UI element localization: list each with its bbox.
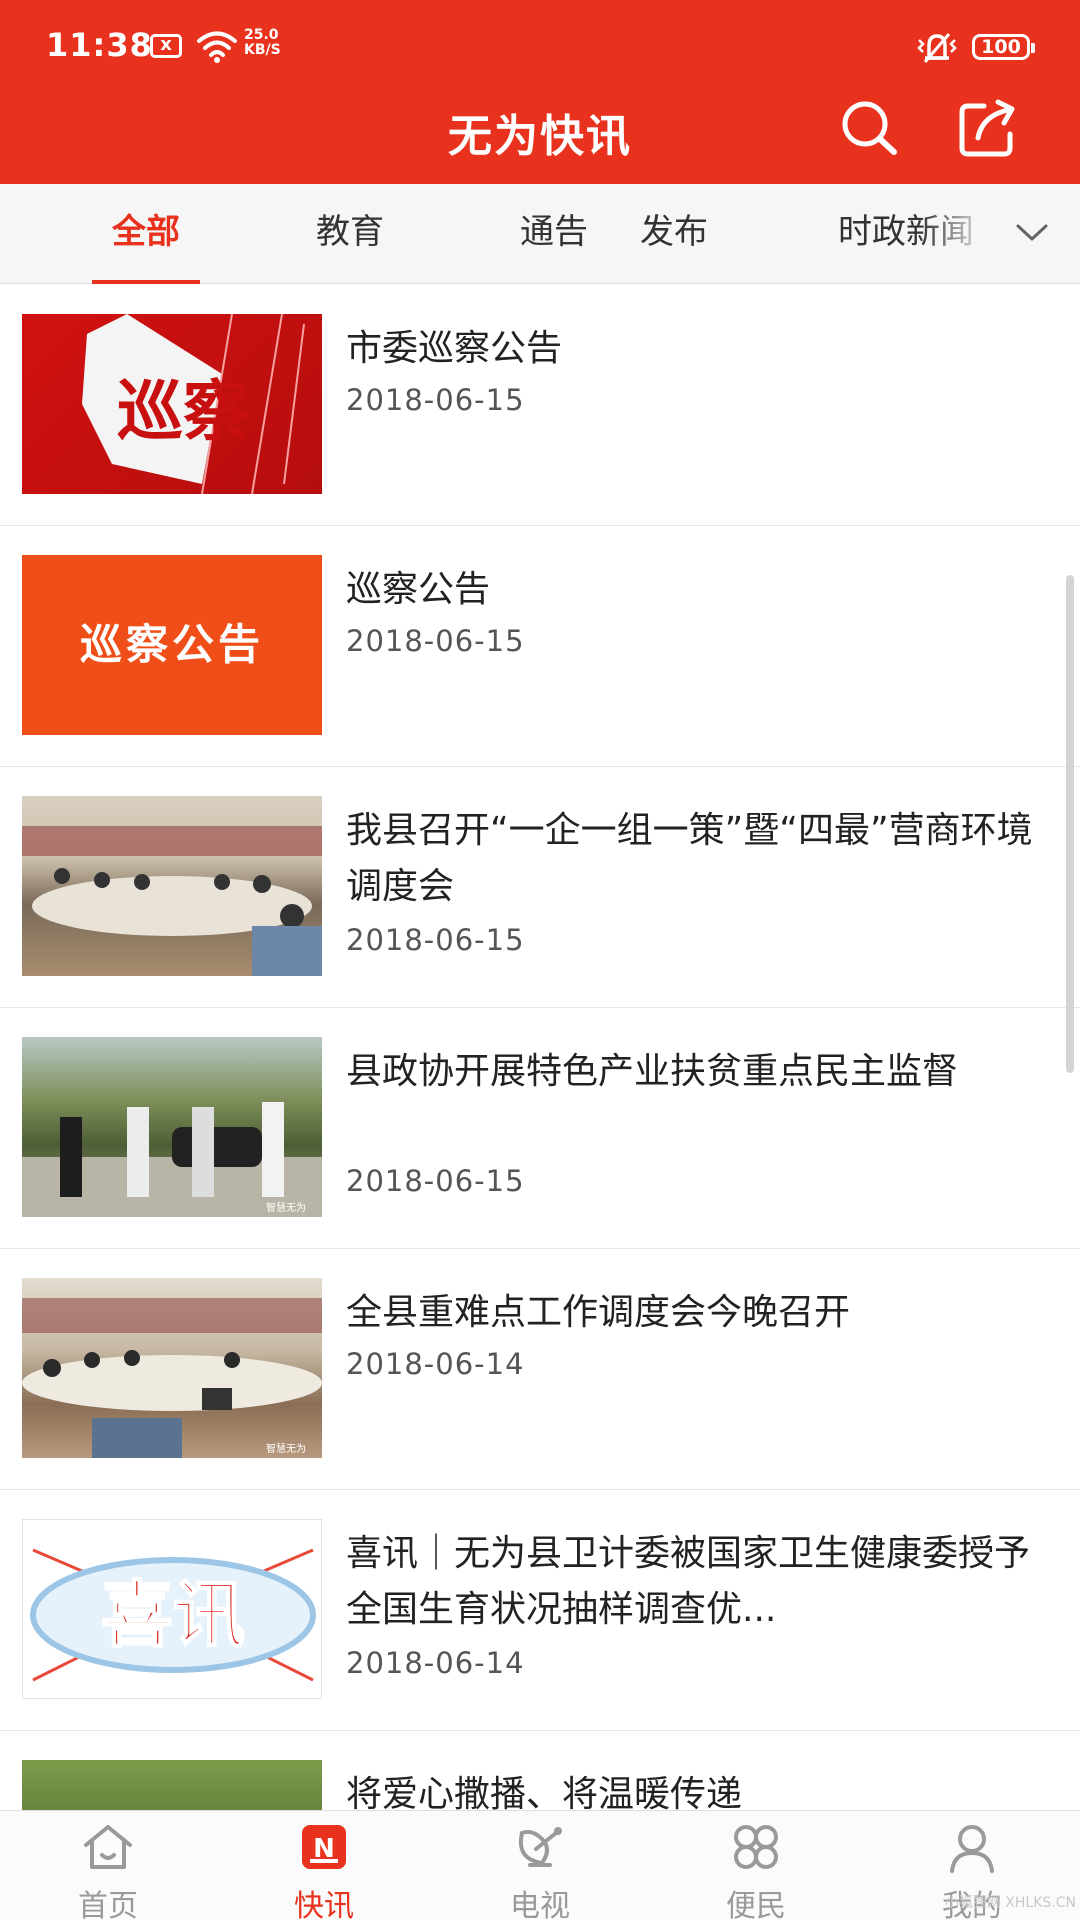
home-icon: [84, 1825, 132, 1869]
news-title: 全县重难点工作调度会今晚召开: [346, 1292, 851, 1333]
search-icon[interactable]: [836, 96, 902, 160]
scrollbar-thumb[interactable]: [1066, 575, 1074, 1073]
news-list: 巡察 市委巡察公告 2018-06-15 巡察公告 巡察公告 2018-06-1…: [0, 285, 1080, 1810]
services-icon: [734, 1825, 778, 1869]
news-date: 2018-06-14: [346, 1646, 525, 1680]
network-speed-value: 25.0: [244, 27, 279, 43]
news-thumbnail: 巡察: [22, 314, 322, 494]
news-thumbnail: 智慧无为: [22, 1278, 322, 1458]
app-title: 无为快讯: [448, 111, 632, 162]
news-item[interactable]: 智慧无为 全县重难点工作调度会今晚召开 2018-06-14: [0, 1249, 1080, 1490]
chevron-down-icon[interactable]: [1014, 214, 1050, 250]
tv-icon: [519, 1827, 562, 1867]
tab-all[interactable]: 全部: [92, 184, 200, 284]
news-title: 县政协开展特色产业扶贫重点民主监督: [346, 1051, 959, 1092]
profile-icon: [950, 1825, 994, 1873]
news-title: 将爱心撒播、将温暖传递: [346, 1774, 743, 1810]
news-item[interactable]: 巡察 市委巡察公告 2018-06-15: [0, 285, 1080, 526]
app-header: 11:38 x 25.0 KB/S 100 无为快讯: [0, 0, 1080, 184]
nav-label: 便民: [726, 1889, 786, 1920]
news-thumbnail: 巡察公告: [22, 555, 322, 735]
news-thumbnail: 智慧无为: [22, 1037, 322, 1217]
category-tabs: 全部 教育 通告 发布 时政新闻: [0, 184, 1080, 284]
site-watermark: 小狐狸网 XHLKS.CN: [944, 1895, 1076, 1911]
news-item[interactable]: 将爱心撒播、将温暖传递: [0, 1731, 1080, 1810]
share-icon[interactable]: [956, 96, 1022, 160]
news-date: 2018-06-15: [346, 383, 525, 417]
nav-services[interactable]: 便民: [648, 1811, 864, 1920]
notification-close-icon: x: [150, 34, 182, 58]
news-date: 2018-06-15: [346, 1164, 525, 1198]
news-thumbnail: 喜讯: [22, 1519, 322, 1699]
news-item[interactable]: 巡察公告 巡察公告 2018-06-15: [0, 526, 1080, 767]
nav-label: 电视: [510, 1889, 570, 1920]
thumb-watermark: 智慧无为: [266, 1201, 306, 1214]
news-title: 喜讯｜无为县卫计委被国家卫生健康委授予全国生育状况抽样调查优...: [346, 1533, 1031, 1630]
nav-home[interactable]: 首页: [0, 1811, 216, 1920]
news-thumbnail: [22, 1760, 322, 1810]
nav-news[interactable]: N 快讯: [216, 1811, 432, 1920]
status-time: 11:38: [46, 26, 153, 64]
news-date: 2018-06-14: [346, 1347, 525, 1381]
nav-tv[interactable]: 电视: [432, 1811, 648, 1920]
wifi-icon: [197, 31, 237, 63]
network-speed-unit: KB/S: [244, 42, 281, 58]
news-title: 巡察公告: [346, 569, 491, 610]
battery-icon: 100: [972, 34, 1035, 60]
tab-education[interactable]: 教育: [296, 184, 404, 284]
vibrate-bell-icon: [917, 33, 957, 63]
nav-label: 快讯: [294, 1889, 354, 1920]
tab-notice[interactable]: 通告: [500, 184, 608, 284]
news-item[interactable]: 喜讯 喜讯｜无为县卫计委被国家卫生健康委授予全国生育状况抽样调查优... 201…: [0, 1490, 1080, 1731]
thumb-text: 喜讯: [101, 1573, 245, 1657]
status-bar: 11:38 x 25.0 KB/S 100: [0, 0, 1080, 92]
thumb-text: 巡察: [117, 372, 249, 450]
network-speed: 25.0 KB/S: [244, 28, 281, 58]
news-thumbnail: [22, 796, 322, 976]
news-date: 2018-06-15: [346, 923, 525, 957]
news-icon: N: [302, 1825, 346, 1869]
nav-label: 首页: [78, 1889, 138, 1920]
news-item[interactable]: 智慧无为 县政协开展特色产业扶贫重点民主监督 2018-06-15: [0, 1008, 1080, 1249]
news-title: 我县召开“一企一组一策”暨“四最”营商环境调度会: [346, 810, 1033, 907]
bottom-navigation: 首页 N 快讯 电视 便民 我的 小狐狸网 XHLKS.CN: [0, 1810, 1080, 1920]
tab-fade: [920, 184, 990, 282]
thumb-watermark: 智慧无为: [266, 1442, 306, 1455]
news-date: 2018-06-15: [346, 624, 525, 658]
tab-release[interactable]: 发布: [620, 184, 728, 284]
news-item[interactable]: 我县召开“一企一组一策”暨“四最”营商环境调度会 2018-06-15: [0, 767, 1080, 1008]
news-title: 市委巡察公告: [346, 328, 563, 369]
